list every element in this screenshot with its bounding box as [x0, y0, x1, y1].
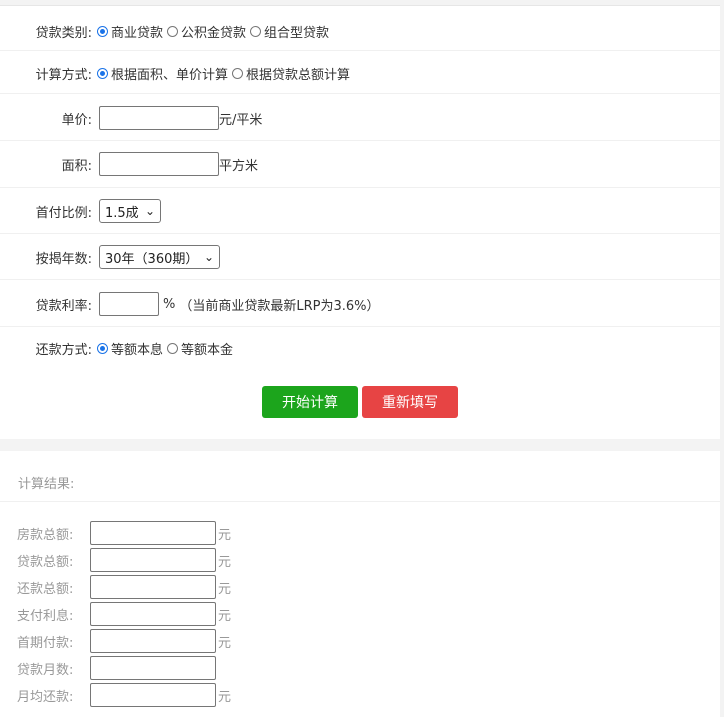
result-loan-total-input[interactable]: [90, 548, 216, 572]
result-unit: 元: [218, 689, 232, 705]
loan-type-combined-label[interactable]: 组合型贷款: [264, 22, 329, 41]
mortgage-years-select[interactable]: 30年（360期） ⌄: [99, 245, 220, 269]
unit-price-unit: 元/平米: [219, 112, 263, 128]
calc-by-total-label[interactable]: 根据贷款总额计算: [246, 64, 350, 83]
result-label: 房款总额:: [17, 527, 74, 543]
result-label: 首期付款:: [17, 635, 74, 651]
area-input[interactable]: [99, 152, 219, 176]
repay-equal-principal-label[interactable]: 等额本金: [181, 339, 233, 358]
area-unit: 平方米: [219, 158, 259, 174]
result-first-payment-input[interactable]: [90, 629, 216, 653]
loan-type-provident-label[interactable]: 公积金贷款: [181, 22, 246, 41]
calc-by-area-radio[interactable]: [97, 67, 108, 79]
result-label: 还款总额:: [17, 581, 74, 597]
interest-rate-input[interactable]: [99, 292, 159, 316]
result-panel: 计算结果: 房款总额: 元 贷款总额: 元 还款总额: 元 支付利息: 元 首期…: [0, 451, 720, 717]
chevron-down-icon: ⌄: [144, 204, 155, 218]
result-row-first-payment: 首期付款: 元: [17, 629, 231, 653]
loan-type-commercial-radio[interactable]: [97, 25, 108, 37]
repay-equal-principal-radio[interactable]: [167, 342, 179, 354]
result-label: 月均还款:: [17, 689, 74, 705]
result-row-interest: 支付利息: 元: [17, 602, 231, 626]
interest-rate-note: （当前商业贷款最新LRP为3.6%）: [179, 298, 380, 314]
loan-form-panel: 贷款类别: 商业贷款 公积金贷款 组合型贷款 计算方式: 根据面积、单价计算 根…: [0, 5, 720, 439]
result-unit: 元: [218, 527, 232, 543]
divider: [0, 233, 720, 234]
result-loan-months-input[interactable]: [90, 656, 216, 680]
calc-method-row: 计算方式: 根据面积、单价计算 根据贷款总额计算: [0, 62, 720, 84]
result-label: 贷款总额:: [17, 554, 74, 570]
result-row-monthly-payment: 月均还款: 元: [17, 683, 231, 707]
calc-by-total-radio[interactable]: [232, 67, 244, 79]
result-row-loan-months: 贷款月数:: [17, 656, 218, 680]
repay-equal-installment-label[interactable]: 等额本息: [111, 339, 163, 358]
loan-type-combined-radio[interactable]: [250, 25, 262, 37]
interest-rate-label: 贷款利率:: [35, 298, 92, 314]
loan-type-provident-radio[interactable]: [167, 25, 179, 37]
result-label: 支付利息:: [17, 608, 74, 624]
mortgage-years-selected: 30年（360期）: [105, 251, 199, 267]
down-payment-row: 首付比例: 1.5成 ⌄: [0, 199, 720, 223]
result-unit: 元: [218, 554, 232, 570]
down-payment-select[interactable]: 1.5成 ⌄: [99, 199, 161, 223]
calc-by-area-label[interactable]: 根据面积、单价计算: [111, 64, 228, 83]
loan-type-commercial-label[interactable]: 商业贷款: [111, 22, 163, 41]
divider: [0, 140, 720, 141]
divider: [0, 279, 720, 280]
result-interest-input[interactable]: [90, 602, 216, 626]
repay-method-label: 还款方式:: [35, 342, 92, 358]
reset-button[interactable]: 重新填写: [362, 386, 458, 418]
repay-equal-installment-radio[interactable]: [97, 342, 108, 354]
divider: [0, 50, 720, 51]
down-payment-selected: 1.5成: [105, 205, 139, 221]
result-unit: 元: [218, 635, 232, 651]
unit-price-row: 单价: 元/平米: [0, 105, 720, 131]
area-label: 面积:: [61, 158, 92, 174]
unit-price-label: 单价:: [61, 112, 92, 128]
result-house-total-input[interactable]: [90, 521, 216, 545]
result-label: 贷款月数:: [17, 662, 74, 678]
loan-type-label: 贷款类别:: [35, 25, 92, 41]
mortgage-years-row: 按揭年数: 30年（360期） ⌄: [0, 245, 720, 269]
result-repay-total-input[interactable]: [90, 575, 216, 599]
divider: [0, 326, 720, 327]
divider: [0, 501, 720, 502]
result-unit: 元: [218, 608, 232, 624]
interest-rate-unit: %: [163, 296, 176, 312]
result-title: 计算结果:: [18, 477, 75, 492]
repay-method-row: 还款方式: 等额本息 等额本金: [0, 337, 720, 359]
result-monthly-payment-input[interactable]: [90, 683, 216, 707]
result-row-repay-total: 还款总额: 元: [17, 575, 231, 599]
area-row: 面积: 平方米: [0, 151, 720, 177]
result-row-house-total: 房款总额: 元: [17, 521, 231, 545]
result-unit: 元: [218, 581, 232, 597]
chevron-down-icon: ⌄: [203, 250, 214, 264]
calc-method-label: 计算方式:: [35, 67, 92, 83]
calculate-button[interactable]: 开始计算: [262, 386, 358, 418]
loan-type-row: 贷款类别: 商业贷款 公积金贷款 组合型贷款: [0, 20, 720, 42]
interest-rate-row: 贷款利率: % （当前商业贷款最新LRP为3.6%）: [0, 291, 720, 317]
mortgage-years-label: 按揭年数:: [35, 251, 92, 267]
divider: [0, 187, 720, 188]
result-row-loan-total: 贷款总额: 元: [17, 548, 231, 572]
down-payment-label: 首付比例:: [35, 205, 92, 221]
unit-price-input[interactable]: [99, 106, 219, 130]
divider: [0, 93, 720, 94]
